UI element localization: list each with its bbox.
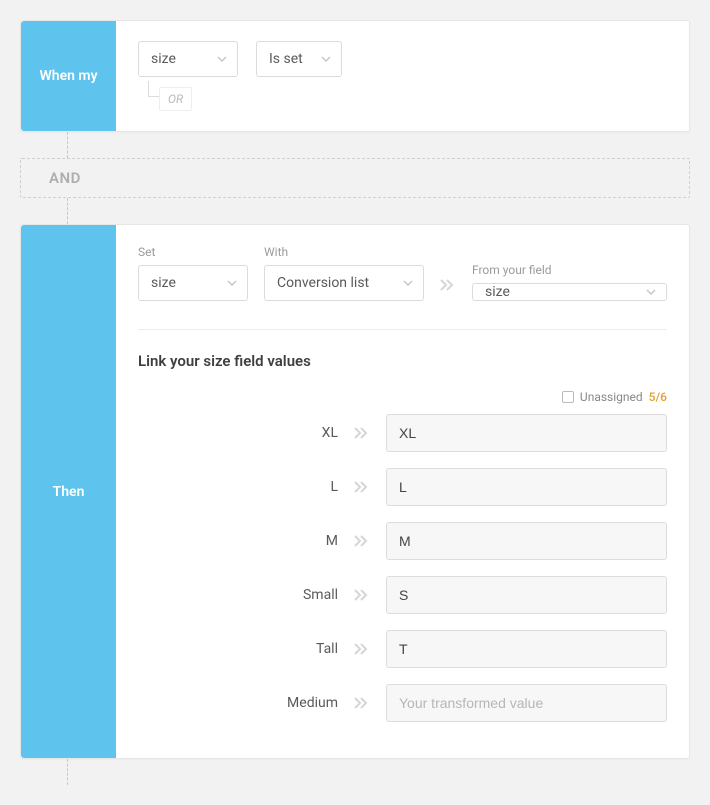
unassigned-checkbox[interactable] [562, 391, 574, 403]
mapping-source-label: Small [138, 587, 338, 603]
when-title: When my [21, 21, 116, 131]
from-label: From your field [472, 263, 667, 277]
set-label: Set [138, 245, 248, 259]
mapping-source-label: L [138, 479, 338, 495]
vertical-connector [67, 132, 690, 158]
set-value: size [151, 275, 176, 291]
chevron-down-icon [227, 280, 237, 286]
with-value: Conversion list [277, 275, 369, 291]
chevron-down-icon [646, 289, 656, 295]
when-field-value: size [151, 51, 176, 67]
double-chevron-icon [354, 427, 370, 439]
set-select[interactable]: size [138, 265, 248, 301]
mapping-toolbar: Unassigned 5/6 [138, 390, 667, 404]
mapping-target-input[interactable] [386, 522, 667, 560]
mapping-row: L [138, 468, 667, 506]
mapping-list: XL L M Small Tall Medium [138, 414, 667, 722]
when-field-select[interactable]: size [138, 41, 238, 77]
mapping-source-label: Medium [138, 695, 338, 711]
double-chevron-icon [354, 589, 370, 601]
vertical-connector [67, 198, 690, 224]
when-operator-value: Is set [269, 51, 303, 67]
chevron-down-icon [217, 56, 227, 62]
mapping-row: Small [138, 576, 667, 614]
with-label: With [264, 245, 424, 259]
mapping-row: XL [138, 414, 667, 452]
from-value: size [485, 284, 510, 300]
from-select[interactable]: size [472, 283, 667, 301]
when-block: When my size Is set OR [20, 20, 690, 132]
unassigned-label: Unassigned [580, 390, 643, 404]
mapping-row: Tall [138, 630, 667, 668]
then-block: Then Set size With Conversion list [20, 224, 690, 759]
mapping-row: Medium [138, 684, 667, 722]
mapping-source-label: Tall [138, 641, 338, 657]
mapping-source-label: M [138, 533, 338, 549]
double-chevron-icon [354, 481, 370, 493]
mapping-source-label: XL [138, 425, 338, 441]
mapping-target-input[interactable] [386, 414, 667, 452]
mapping-target-input[interactable] [386, 468, 667, 506]
mapping-row: M [138, 522, 667, 560]
and-label: AND [49, 169, 81, 187]
and-button[interactable]: AND [20, 158, 690, 198]
with-select[interactable]: Conversion list [264, 265, 424, 301]
divider [138, 329, 667, 330]
chevron-down-icon [403, 280, 413, 286]
double-chevron-icon [354, 697, 370, 709]
mapping-target-input[interactable] [386, 684, 667, 722]
mapping-target-input[interactable] [386, 576, 667, 614]
or-button[interactable]: OR [159, 87, 192, 111]
link-title: Link your size field values [138, 352, 667, 370]
mapping-target-input[interactable] [386, 630, 667, 668]
when-operator-select[interactable]: Is set [256, 41, 342, 77]
then-title: Then [21, 225, 116, 758]
vertical-connector [67, 759, 690, 785]
double-chevron-icon [440, 279, 456, 301]
double-chevron-icon [354, 535, 370, 547]
mapping-count: 5/6 [649, 390, 667, 404]
chevron-down-icon [321, 56, 331, 62]
double-chevron-icon [354, 643, 370, 655]
